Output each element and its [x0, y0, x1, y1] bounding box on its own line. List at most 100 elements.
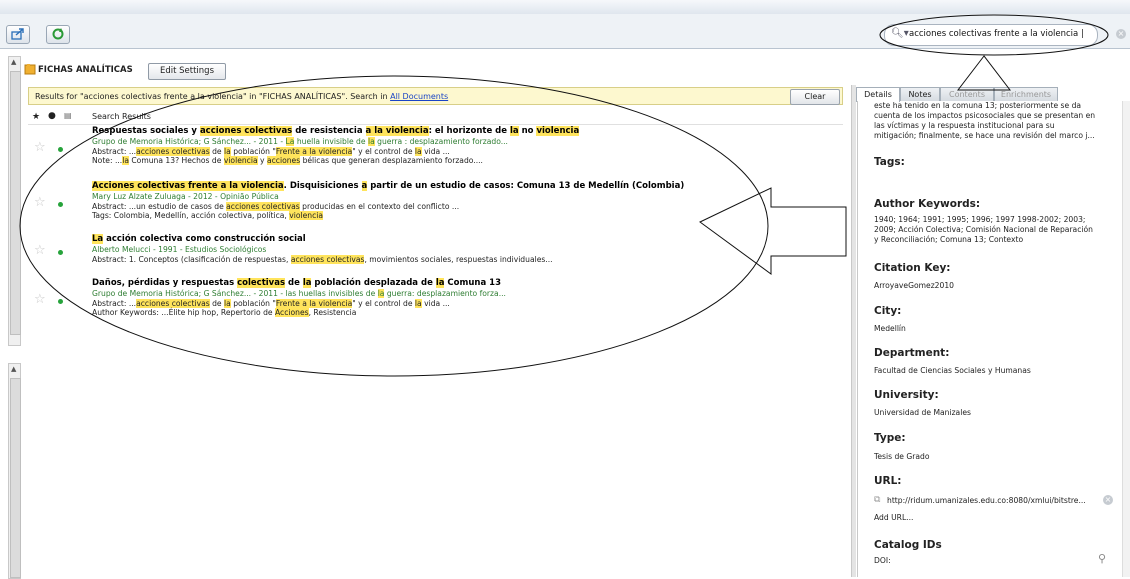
read-column-icon[interactable]: ●: [48, 111, 56, 121]
unread-dot-icon[interactable]: [58, 250, 63, 255]
refresh-icon: [52, 28, 64, 40]
collection-title: FICHAS ANALÍTICAS: [38, 65, 133, 75]
clear-search-button[interactable]: Clear: [790, 89, 840, 105]
edit-settings-button[interactable]: Edit Settings: [148, 63, 226, 80]
result-citation: Alberto Melucci - 1991 - Estudios Sociol…: [92, 245, 266, 254]
type-heading: Type:: [874, 432, 906, 444]
annotation-arrow-up: [956, 55, 1012, 91]
snippet-fragment: Abstract: 1. Conceptos (clasificación de…: [92, 254, 291, 264]
scroll-up-icon[interactable]: ▲: [11, 365, 16, 373]
type-column-icon[interactable]: ▤: [64, 111, 72, 120]
search-clear-icon[interactable]: ×: [1116, 29, 1126, 39]
url-value[interactable]: http://ridum.umanizales.edu.co:8080/xmlu…: [887, 496, 1086, 505]
star-column-icon[interactable]: ★: [32, 112, 40, 122]
snippet-fragment: guerra: desplazamiento forza...: [384, 289, 506, 298]
snippet-fragment: " y el control de: [352, 298, 415, 308]
star-icon[interactable]: ☆: [34, 243, 46, 258]
snippet-fragment: la: [224, 146, 231, 156]
star-icon[interactable]: ☆: [34, 292, 46, 307]
snippet-fragment: Tags: Colombia, Medellín, acción colecti…: [92, 211, 290, 220]
tab-details[interactable]: Details: [856, 87, 900, 102]
search-icon: 🔍︎▾: [891, 28, 909, 39]
search-field[interactable]: 🔍︎▾ acciones colectivas frente a la viol…: [884, 24, 1098, 46]
tab-enrichments[interactable]: Enrichments: [994, 87, 1058, 101]
snippet-fragment: Abstract: ...: [92, 298, 137, 308]
scroll-thumb[interactable]: [10, 71, 21, 335]
snippet-fragment: acciones colectivas: [226, 201, 300, 211]
keywords-line: 1940; 1964; 1991; 1995; 1996; 1997 1998-…: [874, 215, 1086, 224]
url-heading: URL:: [874, 475, 902, 487]
snippet-fragment: , Resistencia: [308, 308, 357, 317]
abstract-line: este ha tenido en la comuna 13; posterio…: [874, 101, 1082, 110]
add-url-link[interactable]: Add URL...: [874, 513, 913, 522]
title-fragment: Respuestas sociales y: [92, 126, 200, 136]
result-citation: Grupo de Memoria Histórica; G Sánchez...…: [92, 289, 506, 298]
department-heading: Department:: [874, 347, 950, 359]
university-value[interactable]: Universidad de Manizales: [874, 408, 971, 417]
snippet-fragment: la: [414, 298, 422, 308]
result-snippet: Author Keywords: ...Élite hip hop, Reper…: [92, 308, 356, 317]
window-top-bar: [0, 0, 1130, 15]
snippet-fragment: , movimientos sociales, respuestas indiv…: [364, 254, 553, 264]
share-icon: [11, 28, 24, 40]
title-fragment: población desplazada de: [311, 278, 436, 288]
snippet-fragment: la: [414, 146, 422, 156]
search-results-label: Search Results: [92, 112, 151, 121]
citation-key-value[interactable]: ArroyaveGomez2010: [874, 281, 954, 290]
left-scrollbar-bottom[interactable]: ▲: [8, 363, 21, 579]
snippet-fragment: la: [367, 137, 375, 146]
result-snippet: Abstract: ...un estudio de casos de acci…: [92, 201, 460, 211]
snippet-fragment: Grupo de Memoria Histórica; G Sánchez...…: [92, 137, 286, 146]
snippet-fragment: producidas en el contexto del conflicto …: [299, 201, 460, 211]
unread-dot-icon[interactable]: [58, 147, 63, 152]
result-title[interactable]: La acción colectiva como construcción so…: [92, 234, 306, 244]
snippet-fragment: Comuna 13? Hechos de: [128, 156, 224, 165]
unread-dot-icon[interactable]: [58, 202, 63, 207]
title-fragment: colectivas: [237, 278, 286, 288]
star-icon[interactable]: ☆: [34, 195, 46, 210]
result-title[interactable]: Acciones colectivas frente a la violenci…: [92, 181, 684, 191]
snippet-fragment: de: [209, 298, 225, 308]
title-fragment: de resistencia: [292, 126, 366, 136]
title-fragment: Comuna 13: [444, 278, 501, 288]
tab-contents[interactable]: Contents: [940, 87, 994, 101]
snippet-fragment: acciones colectivas: [290, 254, 365, 264]
lookup-icon[interactable]: ⚲: [1098, 552, 1106, 565]
abstract-line: mitigación; finalmente, se hace una revi…: [874, 131, 1095, 140]
result-title[interactable]: Respuestas sociales y acciones colectiva…: [92, 126, 580, 136]
sync-button[interactable]: [46, 25, 70, 44]
scroll-thumb[interactable]: [10, 378, 21, 578]
snippet-fragment: Acciones: [274, 308, 309, 317]
scroll-up-icon[interactable]: ▲: [11, 58, 16, 66]
snippet-fragment: Abstract: ...un estudio de casos de: [92, 201, 227, 211]
result-title[interactable]: Daños, pérdidas y respuestas colectivas …: [92, 278, 501, 288]
title-fragment: acción colectiva como construcción socia…: [103, 234, 306, 244]
title-fragment: La: [92, 234, 104, 244]
title-fragment: la: [510, 126, 519, 136]
pane-splitter[interactable]: [851, 85, 856, 577]
type-value[interactable]: Tesis de Grado: [874, 452, 930, 461]
title-fragment: : el horizonte de: [428, 126, 510, 136]
citation-key-heading: Citation Key:: [874, 262, 951, 274]
title-fragment: a la violencia: [365, 126, 429, 136]
title-fragment: no: [518, 126, 537, 136]
share-button[interactable]: [6, 25, 30, 44]
search-input[interactable]: acciones colectivas frente a la violenci…: [909, 29, 1084, 39]
details-scrollbar[interactable]: [1122, 101, 1130, 577]
left-scrollbar-top[interactable]: ▲: [8, 56, 21, 346]
snippet-fragment: Author Keywords: ...Élite hip hop, Reper…: [92, 308, 275, 317]
department-value[interactable]: Facultad de Ciencias Sociales y Humanas: [874, 366, 1031, 375]
snippet-fragment: Frente a la violencia: [275, 146, 353, 156]
snippet-fragment: Note: ...: [92, 156, 123, 165]
remove-url-icon[interactable]: ×: [1103, 495, 1113, 505]
city-value[interactable]: Medellín: [874, 324, 906, 333]
all-documents-link[interactable]: All Documents: [390, 92, 448, 101]
result-snippet: Note: ...la Comuna 13? Hechos de violenc…: [92, 156, 483, 165]
unread-dot-icon[interactable]: [58, 299, 63, 304]
star-icon[interactable]: ☆: [34, 140, 46, 155]
snippet-fragment: Frente a la violencia: [275, 298, 353, 308]
results-banner: Results for "acciones colectivas frente …: [28, 87, 843, 105]
tab-notes[interactable]: Notes: [900, 87, 940, 101]
link-icon[interactable]: ⧉: [874, 495, 880, 505]
result-snippet: Abstract: ...acciones colectivas de la p…: [92, 298, 450, 308]
